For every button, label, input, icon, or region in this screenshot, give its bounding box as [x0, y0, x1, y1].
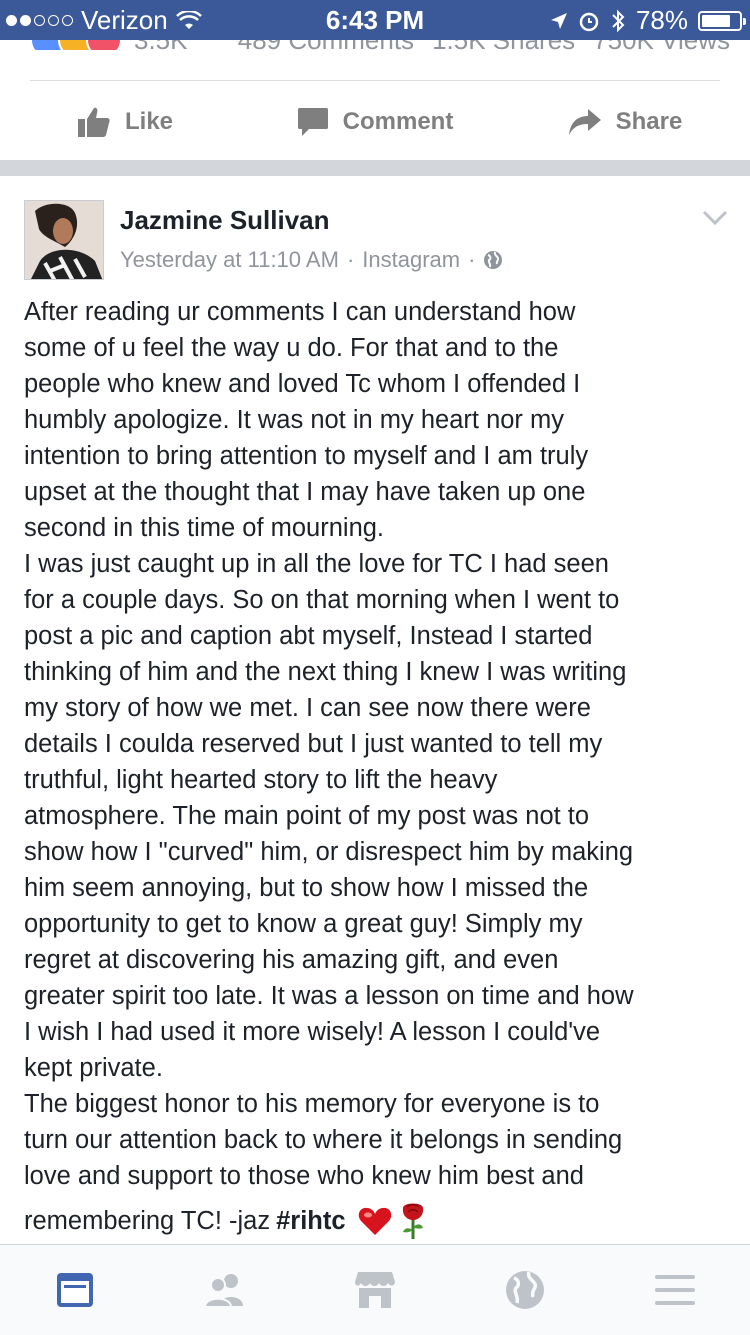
post-timestamp[interactable]: Yesterday at 11:10 AM [120, 247, 339, 273]
comment-label: Comment [342, 108, 454, 135]
rose-emoji [402, 1203, 423, 1239]
share-arrow-icon [568, 109, 601, 135]
hashtag-link[interactable]: #rihtc [276, 1207, 345, 1236]
menu-icon [655, 1275, 695, 1305]
comment-button[interactable]: Comment [250, 96, 500, 148]
alarm-icon [579, 12, 599, 31]
meta-separator: · [346, 247, 355, 272]
post-meta: Yesterday at 11:10 AM · Instagram · [120, 247, 503, 273]
marketplace-icon [355, 1272, 395, 1308]
chevron-down-icon[interactable] [702, 210, 728, 226]
news-feed-icon [57, 1273, 93, 1307]
thumbs-up-icon [77, 107, 110, 137]
divider [30, 80, 720, 81]
share-label: Share [615, 108, 683, 135]
like-button[interactable]: Like [0, 96, 250, 148]
tab-friends[interactable] [150, 1245, 300, 1335]
share-button[interactable]: Share [500, 96, 750, 148]
comment-bubble-icon [297, 108, 328, 136]
bottom-tab-bar [0, 1244, 750, 1335]
post-body-last-line: remembering TC! -jaz #rihtc [24, 1202, 428, 1240]
bluetooth-icon [612, 9, 625, 32]
status-bar: Verizon 6:43 PM 78% [0, 0, 750, 40]
tab-menu[interactable] [600, 1245, 750, 1335]
post-source: Instagram [362, 247, 461, 272]
battery-percentage: 78% [635, 5, 688, 35]
friends-icon [203, 1274, 243, 1308]
meta-separator: · [468, 247, 476, 272]
globe-privacy-icon [484, 251, 503, 269]
author-avatar[interactable] [24, 200, 104, 280]
post-author-name[interactable]: Jazmine Sullivan [120, 205, 330, 236]
heart-emoji [358, 1207, 391, 1235]
battery-icon [698, 10, 746, 31]
like-label: Like [124, 108, 174, 135]
post-body-text: After reading ur comments I can understa… [24, 298, 634, 1190]
feed-separator [0, 160, 750, 176]
tab-marketplace[interactable] [300, 1245, 450, 1335]
post-body-closing: remembering TC! -jaz [24, 1206, 271, 1235]
post-action-bar: Like Comment Share [0, 96, 750, 148]
notifications-globe-icon [506, 1271, 544, 1309]
location-arrow-icon [550, 12, 567, 29]
tab-news-feed[interactable] [0, 1245, 150, 1335]
tab-notifications[interactable] [450, 1245, 600, 1335]
